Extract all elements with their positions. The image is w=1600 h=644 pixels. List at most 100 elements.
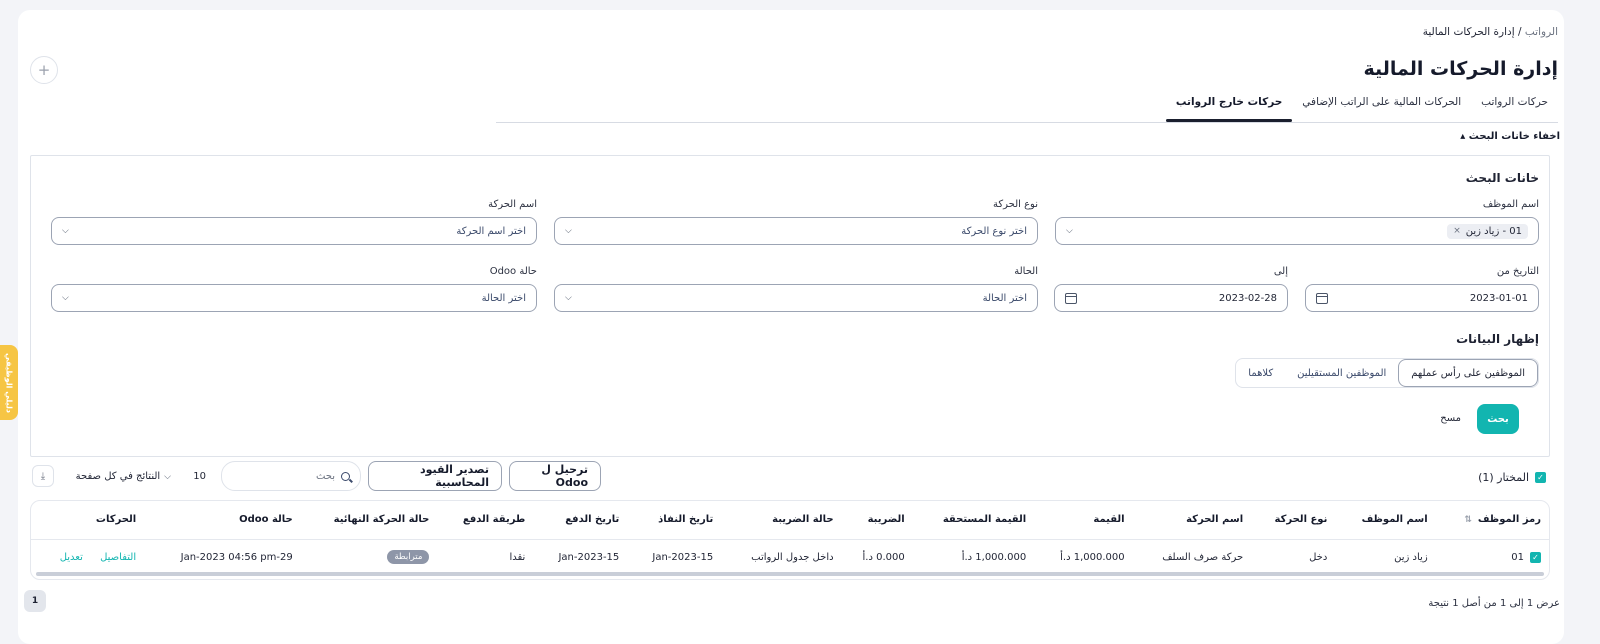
col-pay-date[interactable]: تاريخ الدفع <box>533 501 628 540</box>
table-row: ✓01 زياد زين دخل حركة صرف السلف 1,000.00… <box>31 539 1549 575</box>
remove-chip-icon[interactable]: × <box>1453 226 1461 236</box>
odoo-status-placeholder: اختر الحالة <box>481 292 526 304</box>
cell-name: حركة صرف السلف <box>1162 551 1244 563</box>
export-entries-button[interactable]: تصدير القيود المحاسبية <box>368 461 502 491</box>
col-employee-name[interactable]: اسم الموظف <box>1335 501 1436 540</box>
option-active-employees[interactable]: الموظفين على رأس عملهم <box>1398 359 1538 387</box>
tab-payroll-transactions[interactable]: حركات الرواتب <box>1471 96 1558 121</box>
add-button[interactable]: + <box>30 56 58 84</box>
type-placeholder: اختر نوع الحركة <box>961 225 1027 237</box>
cell-odoo-status: 29-Jan-2023 04:56 pm <box>180 551 293 563</box>
cell-tax-status: داخل جدول الرواتب <box>751 551 834 563</box>
col-odoo-status[interactable]: حالة Odoo <box>144 501 301 540</box>
display-section-title: إظهار البيانات <box>1456 332 1539 346</box>
page-title: إدارة الحركات المالية <box>1363 58 1558 80</box>
cell-actions: التفاصيل تعديل <box>31 539 144 575</box>
clear-button[interactable]: مسح <box>1440 413 1461 424</box>
col-value[interactable]: القيمة <box>1034 501 1133 540</box>
status-label: الحالة <box>1014 266 1038 277</box>
employee-chip: 01 - زياد زين × <box>1447 223 1528 239</box>
date-from-input[interactable]: 2023-01-01 <box>1305 284 1539 312</box>
chevron-down-icon: ⌵ <box>565 226 572 236</box>
option-both[interactable]: كلاهما <box>1236 359 1285 387</box>
status-badge: مترابطة <box>387 550 430 565</box>
download-icon[interactable]: ⤓ <box>32 465 54 487</box>
search-button[interactable]: بحث <box>1477 404 1519 434</box>
row-checkbox[interactable]: ✓ <box>1530 551 1541 563</box>
edit-link[interactable]: تعديل <box>60 552 83 563</box>
breadcrumb: الرواتب / إدارة الحركات المالية <box>1423 26 1558 38</box>
col-transaction-name[interactable]: اسم الحركة <box>1132 501 1252 540</box>
tabs: حركات الرواتب الحركات المالية على الراتب… <box>1165 96 1558 122</box>
date-from-label: التاريخ من <box>1496 266 1539 277</box>
employee-chip-label: 01 - زياد زين <box>1465 225 1522 237</box>
selected-label: المختار (1) <box>1478 471 1529 484</box>
sort-icon: ⇅ <box>1464 515 1472 526</box>
post-odoo-button[interactable]: ترحيل ل Odoo <box>509 461 601 491</box>
date-to-value: 2023-02-28 <box>1218 292 1277 304</box>
chevron-down-icon: ⌵ <box>164 471 171 482</box>
cell-due: 1,000.000 د.أ <box>961 551 1027 563</box>
name-label: اسم الحركة <box>488 199 537 210</box>
details-link[interactable]: التفاصيل <box>100 552 136 563</box>
table-scrollbar[interactable] <box>36 572 1544 576</box>
cell-tax: 0.000 د.أ <box>862 551 905 563</box>
table-search-input[interactable] <box>235 470 335 482</box>
col-effective-date[interactable]: تاريخ النفاذ <box>627 501 722 540</box>
calendar-icon[interactable] <box>1065 292 1077 304</box>
breadcrumb-separator: / <box>1514 26 1525 38</box>
table-header-row: رمز الموظف⇅ اسم الموظف نوع الحركة اسم ال… <box>31 501 1549 540</box>
chevron-down-icon: ⌵ <box>565 293 572 303</box>
option-resigned-employees[interactable]: الموظفين المستقيلين <box>1285 359 1398 387</box>
type-label: نوع الحركة <box>992 199 1038 210</box>
page-size-value[interactable]: 10 <box>193 471 206 482</box>
main-card: الرواتب / إدارة الحركات المالية إدارة ال… <box>18 10 1564 644</box>
side-help-tab[interactable]: دليلي الوظيفي <box>0 345 18 420</box>
type-select[interactable]: اختر نوع الحركة ⌵ <box>554 217 1038 245</box>
tab-off-payroll-transactions[interactable]: حركات خارج الرواتب <box>1165 96 1293 122</box>
date-to-input[interactable]: 2023-02-28 <box>1054 284 1288 312</box>
col-due-value[interactable]: القيمة المستحقة <box>912 501 1035 540</box>
page-size-label: النتائج في كل صفحة <box>75 471 161 482</box>
search-panel: خانات البحث اسم الموظف 01 - زياد زين × ⌵… <box>30 155 1550 457</box>
breadcrumb-current: إدارة الحركات المالية <box>1422 26 1515 38</box>
odoo-status-label: حالة Odoo <box>489 266 537 277</box>
date-from-value: 2023-01-01 <box>1469 292 1528 304</box>
cell-pay-method: نقدا <box>509 551 526 563</box>
side-tab-label: دليلي الوظيفي <box>4 352 14 413</box>
col-tax[interactable]: الضريبة <box>841 501 913 540</box>
selected-count: ✓ المختار (1) <box>1478 471 1546 484</box>
date-to-label: إلى <box>1273 266 1288 277</box>
tab-extra-salary-transactions[interactable]: الحركات المالية على الراتب الإضافي <box>1292 96 1471 121</box>
search-section-title: خانات البحث <box>1465 171 1539 185</box>
col-actions: الحركات <box>31 501 145 540</box>
name-select[interactable]: اختر اسم الحركة ⌵ <box>51 217 537 245</box>
employee-label: اسم الموظف <box>1482 199 1539 210</box>
display-options: الموظفين على رأس عملهم الموظفين المستقيل… <box>1235 358 1539 388</box>
status-placeholder: اختر الحالة <box>982 292 1027 304</box>
toggle-search-fields[interactable]: اخفاء خانات البحث ▴ <box>1460 131 1560 142</box>
calendar-icon[interactable] <box>1316 292 1328 304</box>
tabs-divider <box>496 122 1558 123</box>
odoo-status-select[interactable]: اختر الحالة ⌵ <box>51 284 537 312</box>
chevron-down-icon: ⌵ <box>62 293 69 303</box>
cell-type: دخل <box>1309 551 1328 563</box>
col-transaction-type[interactable]: نوع الحركة <box>1251 501 1336 540</box>
chevron-down-icon: ⌵ <box>62 226 69 236</box>
table-search[interactable] <box>221 461 361 491</box>
cell-effective-date: 15-Jan-2023 <box>652 551 714 563</box>
col-tax-status[interactable]: حالة الضريبة <box>721 501 842 540</box>
breadcrumb-root[interactable]: الرواتب <box>1525 26 1558 38</box>
cell-code: ✓01 <box>1436 539 1549 575</box>
cell-final-status: مترابطة <box>301 539 438 575</box>
cell-pay-date: 15-Jan-2023 <box>558 551 620 563</box>
pagination-info: عرض 1 إلى 1 من أصل 1 نتيجة <box>1428 598 1560 609</box>
status-select[interactable]: اختر الحالة ⌵ <box>554 284 1038 312</box>
col-employee-code[interactable]: رمز الموظف⇅ <box>1435 501 1549 540</box>
page-size-select[interactable]: ⌵ النتائج في كل صفحة <box>76 471 171 482</box>
pagination-page-1[interactable]: 1 <box>24 590 46 612</box>
col-pay-method[interactable]: طريقة الدفع <box>437 501 534 540</box>
col-final-status[interactable]: حالة الحركة النهائية <box>300 501 438 540</box>
employee-select[interactable]: 01 - زياد زين × ⌵ <box>1055 217 1539 245</box>
select-all-checkbox[interactable]: ✓ <box>1535 472 1546 483</box>
